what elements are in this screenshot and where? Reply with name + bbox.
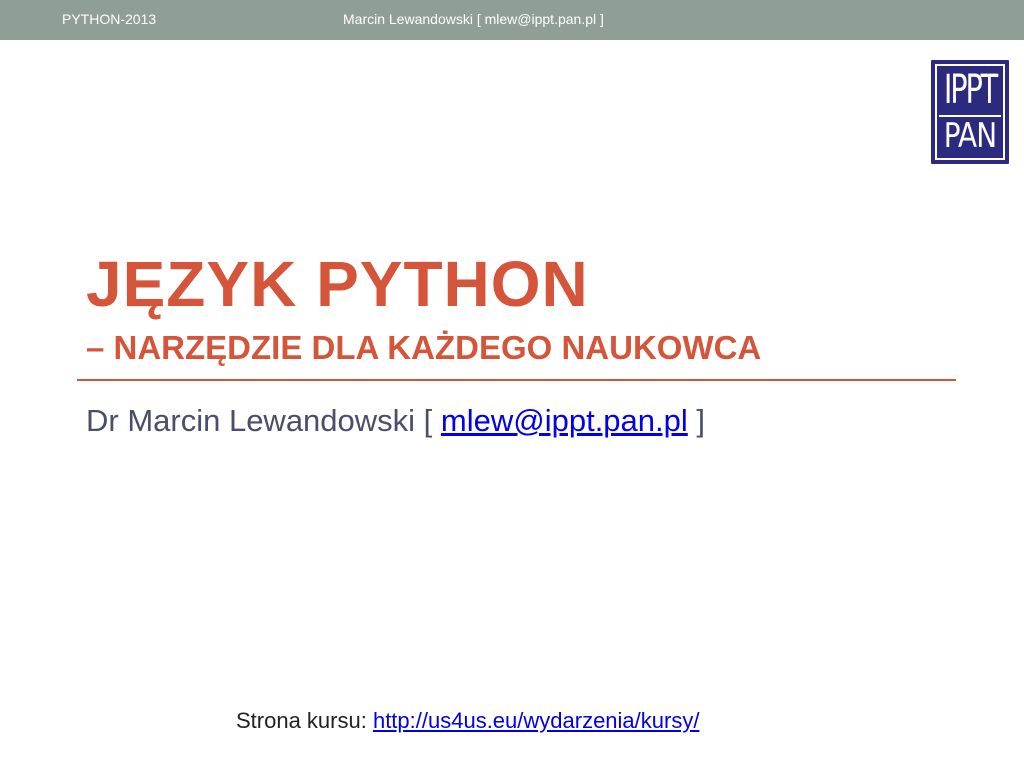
logo-line-2: PAN <box>943 116 997 156</box>
slide-subtitle: – NARZĘDZIE DLA KAŻDEGO NAUKOWCA <box>86 329 762 366</box>
slide-title: JĘZYK PYTHON <box>86 248 589 320</box>
author-name: Dr Marcin Lewandowski [ <box>86 403 441 438</box>
ippt-pan-logo: IPPT PAN <box>931 60 1009 164</box>
author-line: Dr Marcin Lewandowski [ mlew@ippt.pan.pl… <box>86 400 705 442</box>
header-author: Marcin Lewandowski [ mlew@ippt.pan.pl ] <box>343 11 604 27</box>
header-bar: PYTHON-2013 Marcin Lewandowski [ mlew@ip… <box>0 0 1024 40</box>
header-course-code: PYTHON-2013 <box>62 11 157 27</box>
logo-line-1: IPPT <box>943 67 998 113</box>
author-email-link[interactable]: mlew@ippt.pan.pl <box>441 403 688 438</box>
course-line: Strona kursu: http://us4us.eu/wydarzenia… <box>236 706 699 736</box>
title-divider <box>77 379 956 381</box>
course-label: Strona kursu: <box>236 708 373 733</box>
author-suffix: ] <box>687 403 706 438</box>
course-url-link[interactable]: http://us4us.eu/wydarzenia/kursy/ <box>373 708 700 733</box>
slide: PYTHON-2013 Marcin Lewandowski [ mlew@ip… <box>0 0 1024 768</box>
